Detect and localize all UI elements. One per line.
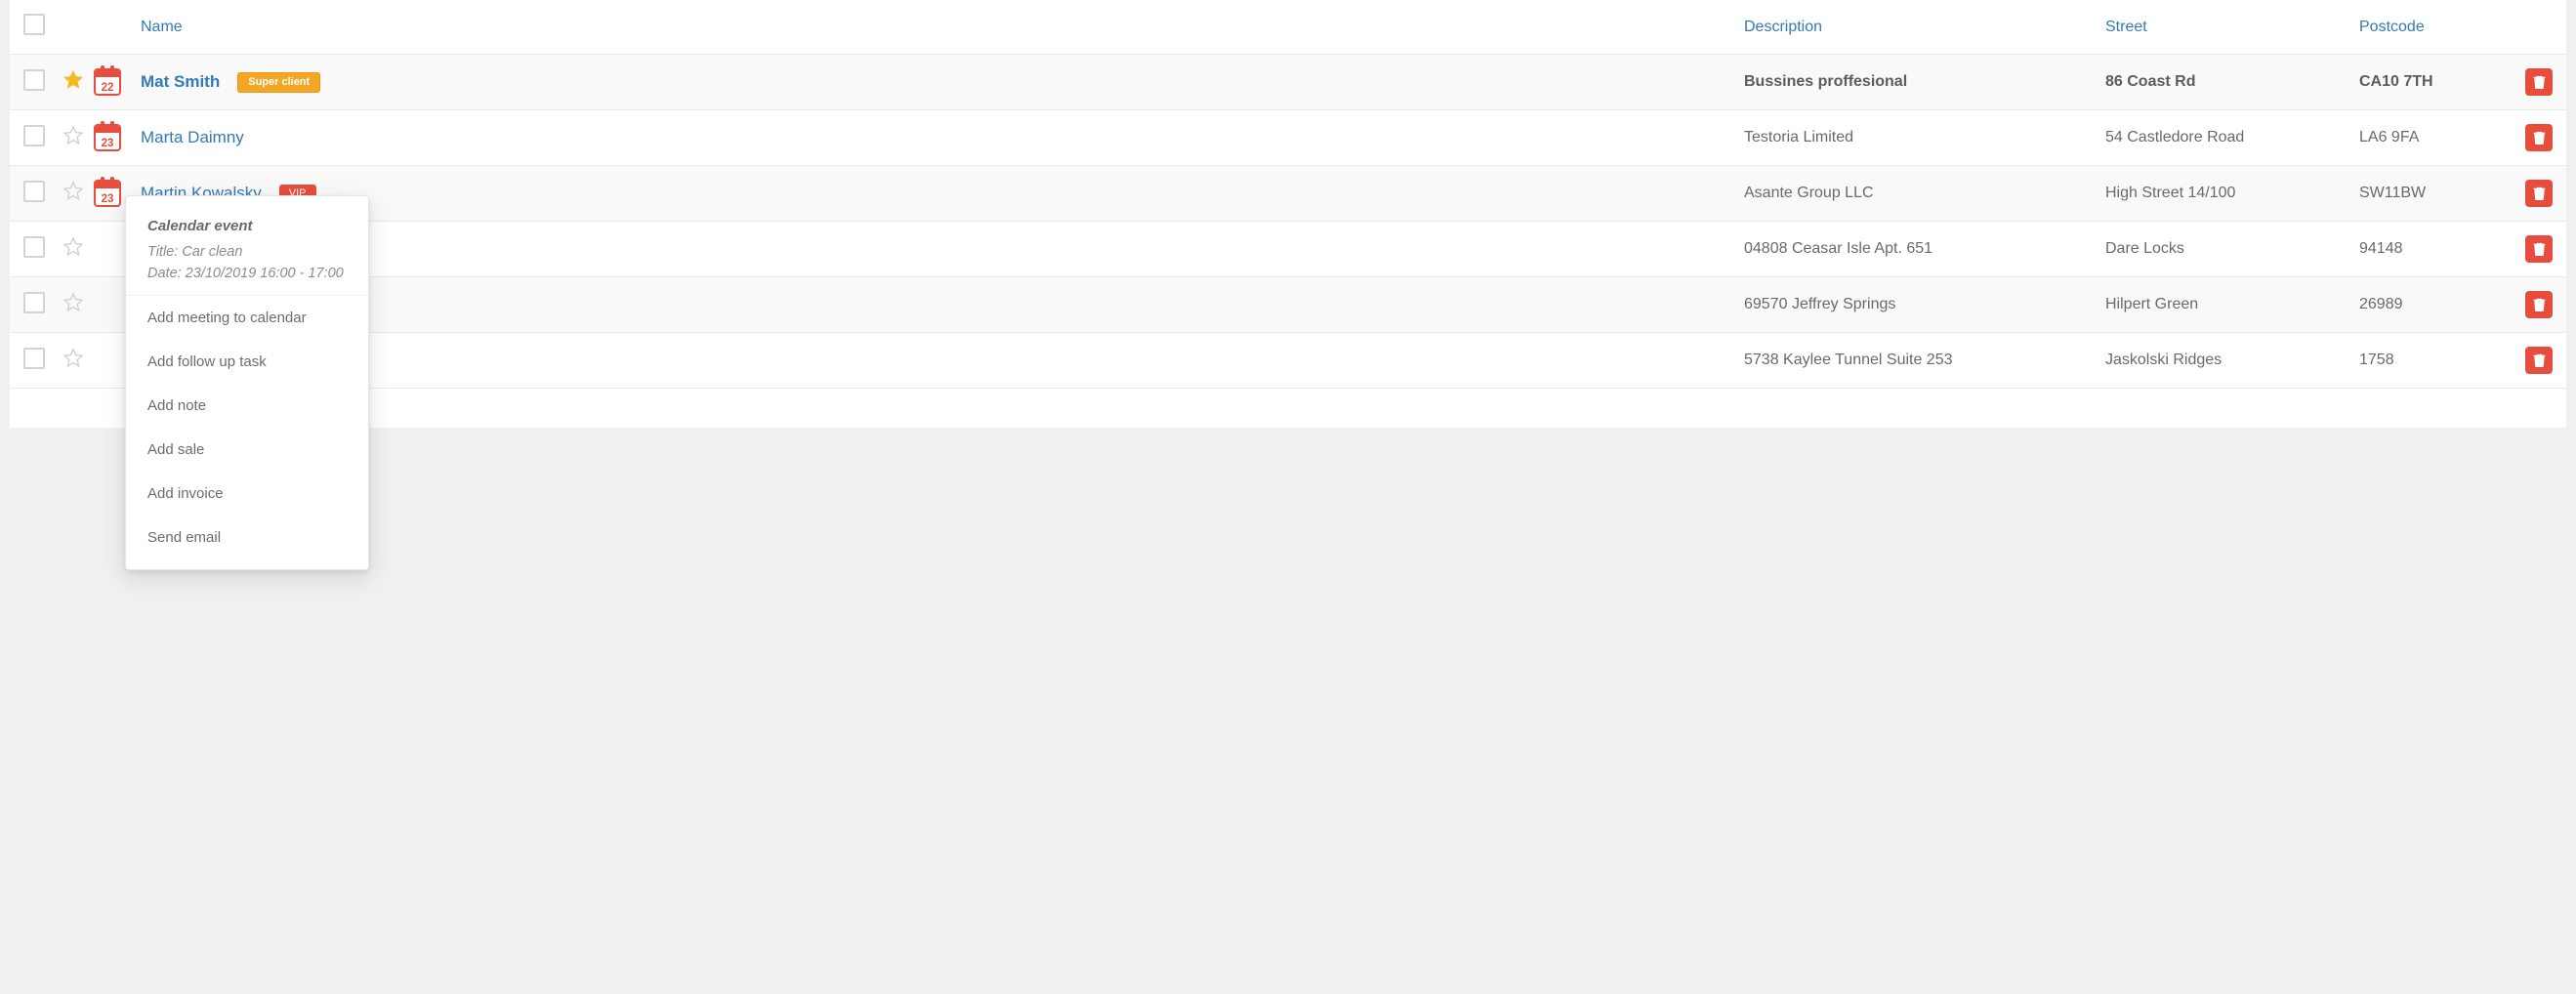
- row-checkbox[interactable]: [23, 292, 45, 313]
- row-checkbox[interactable]: [23, 236, 45, 258]
- contact-postcode: 94148: [2349, 222, 2515, 277]
- contact-postcode: LA6 9FA: [2349, 110, 2515, 166]
- contact-description: Testoria Limited: [1734, 110, 2096, 166]
- delete-button[interactable]: [2525, 124, 2553, 151]
- contact-street: High Street 14/100: [2096, 166, 2349, 222]
- calendar-popover: Calendar event Title: Car clean Date: 23…: [125, 195, 369, 570]
- contact-description: Bussines proffesional: [1734, 55, 2096, 110]
- popover-title-line: Title: Car clean: [147, 244, 347, 260]
- calendar-icon[interactable]: 23: [94, 180, 121, 207]
- contact-description: Asante Group LLC: [1734, 166, 2096, 222]
- table-row: 23Martin KowalskyVIPAsante Group LLCHigh…: [10, 166, 2566, 222]
- table-row: 22 Mat Smith Super client Bussines proffesi…: [10, 55, 2566, 110]
- popover-action[interactable]: Add meeting to calendar: [126, 296, 368, 340]
- col-header-description[interactable]: Description: [1734, 0, 2096, 55]
- popover-action[interactable]: Add note: [126, 384, 368, 428]
- star-icon[interactable]: [62, 348, 84, 369]
- star-icon[interactable]: [62, 181, 84, 202]
- contacts-table: Name Description Street Postcode 22 Mat S…: [10, 0, 2566, 389]
- delete-button[interactable]: [2525, 180, 2553, 207]
- contact-postcode: CA10 7TH: [2349, 55, 2515, 110]
- select-all-checkbox[interactable]: [23, 14, 45, 35]
- calendar-icon[interactable]: 23: [94, 124, 121, 151]
- contact-street: 54 Castledore Road: [2096, 110, 2349, 166]
- contact-description: 5738 Kaylee Tunnel Suite 253: [1734, 333, 2096, 389]
- row-checkbox[interactable]: [23, 125, 45, 146]
- delete-button[interactable]: [2525, 68, 2553, 96]
- row-checkbox[interactable]: [23, 348, 45, 369]
- calendar-day: 22: [102, 82, 114, 96]
- contact-description: 69570 Jeffrey Springs: [1734, 277, 2096, 333]
- table-header-row: Name Description Street Postcode: [10, 0, 2566, 55]
- table-row: 04808 Ceasar Isle Apt. 651Dare Locks9414…: [10, 222, 2566, 277]
- calendar-day: 23: [102, 193, 114, 207]
- col-header-street[interactable]: Street: [2096, 0, 2349, 55]
- contact-street: Dare Locks: [2096, 222, 2349, 277]
- contact-postcode: 1758: [2349, 333, 2515, 389]
- col-header-postcode[interactable]: Postcode: [2349, 0, 2515, 55]
- contact-name-link[interactable]: Mat Smith: [141, 72, 220, 92]
- contact-description: 04808 Ceasar Isle Apt. 651: [1734, 222, 2096, 277]
- table-row: tag2tag369570 Jeffrey SpringsHilpert Gre…: [10, 277, 2566, 333]
- star-icon[interactable]: [62, 236, 84, 258]
- col-header-name[interactable]: Name: [131, 0, 1734, 55]
- contact-street: Hilpert Green: [2096, 277, 2349, 333]
- popover-date-line: Date: 23/10/2019 16:00 - 17:00: [147, 266, 347, 281]
- calendar-day: 23: [102, 138, 114, 151]
- contact-postcode: SW11BW: [2349, 166, 2515, 222]
- popover-action[interactable]: Add invoice: [126, 472, 368, 516]
- row-checkbox[interactable]: [23, 181, 45, 202]
- popover-heading: Calendar event: [147, 218, 347, 234]
- popover-action[interactable]: Add follow up task: [126, 340, 368, 384]
- star-icon[interactable]: [62, 69, 84, 91]
- star-icon[interactable]: [62, 292, 84, 313]
- contact-street: 86 Coast Rd: [2096, 55, 2349, 110]
- calendar-icon[interactable]: 22: [94, 68, 121, 96]
- contact-postcode: 26989: [2349, 277, 2515, 333]
- delete-button[interactable]: [2525, 291, 2553, 318]
- delete-button[interactable]: [2525, 347, 2553, 374]
- popover-header: Calendar event Title: Car clean Date: 23…: [126, 206, 368, 296]
- table-row: 23 Marta Daimny Testoria Limited54 Castled…: [10, 110, 2566, 166]
- contacts-panel: Name Description Street Postcode 22 Mat S…: [10, 0, 2566, 428]
- popover-action[interactable]: Add sale: [126, 428, 368, 472]
- delete-button[interactable]: [2525, 235, 2553, 263]
- contact-badge: Super client: [237, 72, 320, 93]
- row-checkbox[interactable]: [23, 69, 45, 91]
- contact-name-link[interactable]: Marta Daimny: [141, 128, 244, 147]
- table-row: 5738 Kaylee Tunnel Suite 253Jaskolski Ri…: [10, 333, 2566, 389]
- star-icon[interactable]: [62, 125, 84, 146]
- popover-action[interactable]: Send email: [126, 516, 368, 559]
- contact-street: Jaskolski Ridges: [2096, 333, 2349, 389]
